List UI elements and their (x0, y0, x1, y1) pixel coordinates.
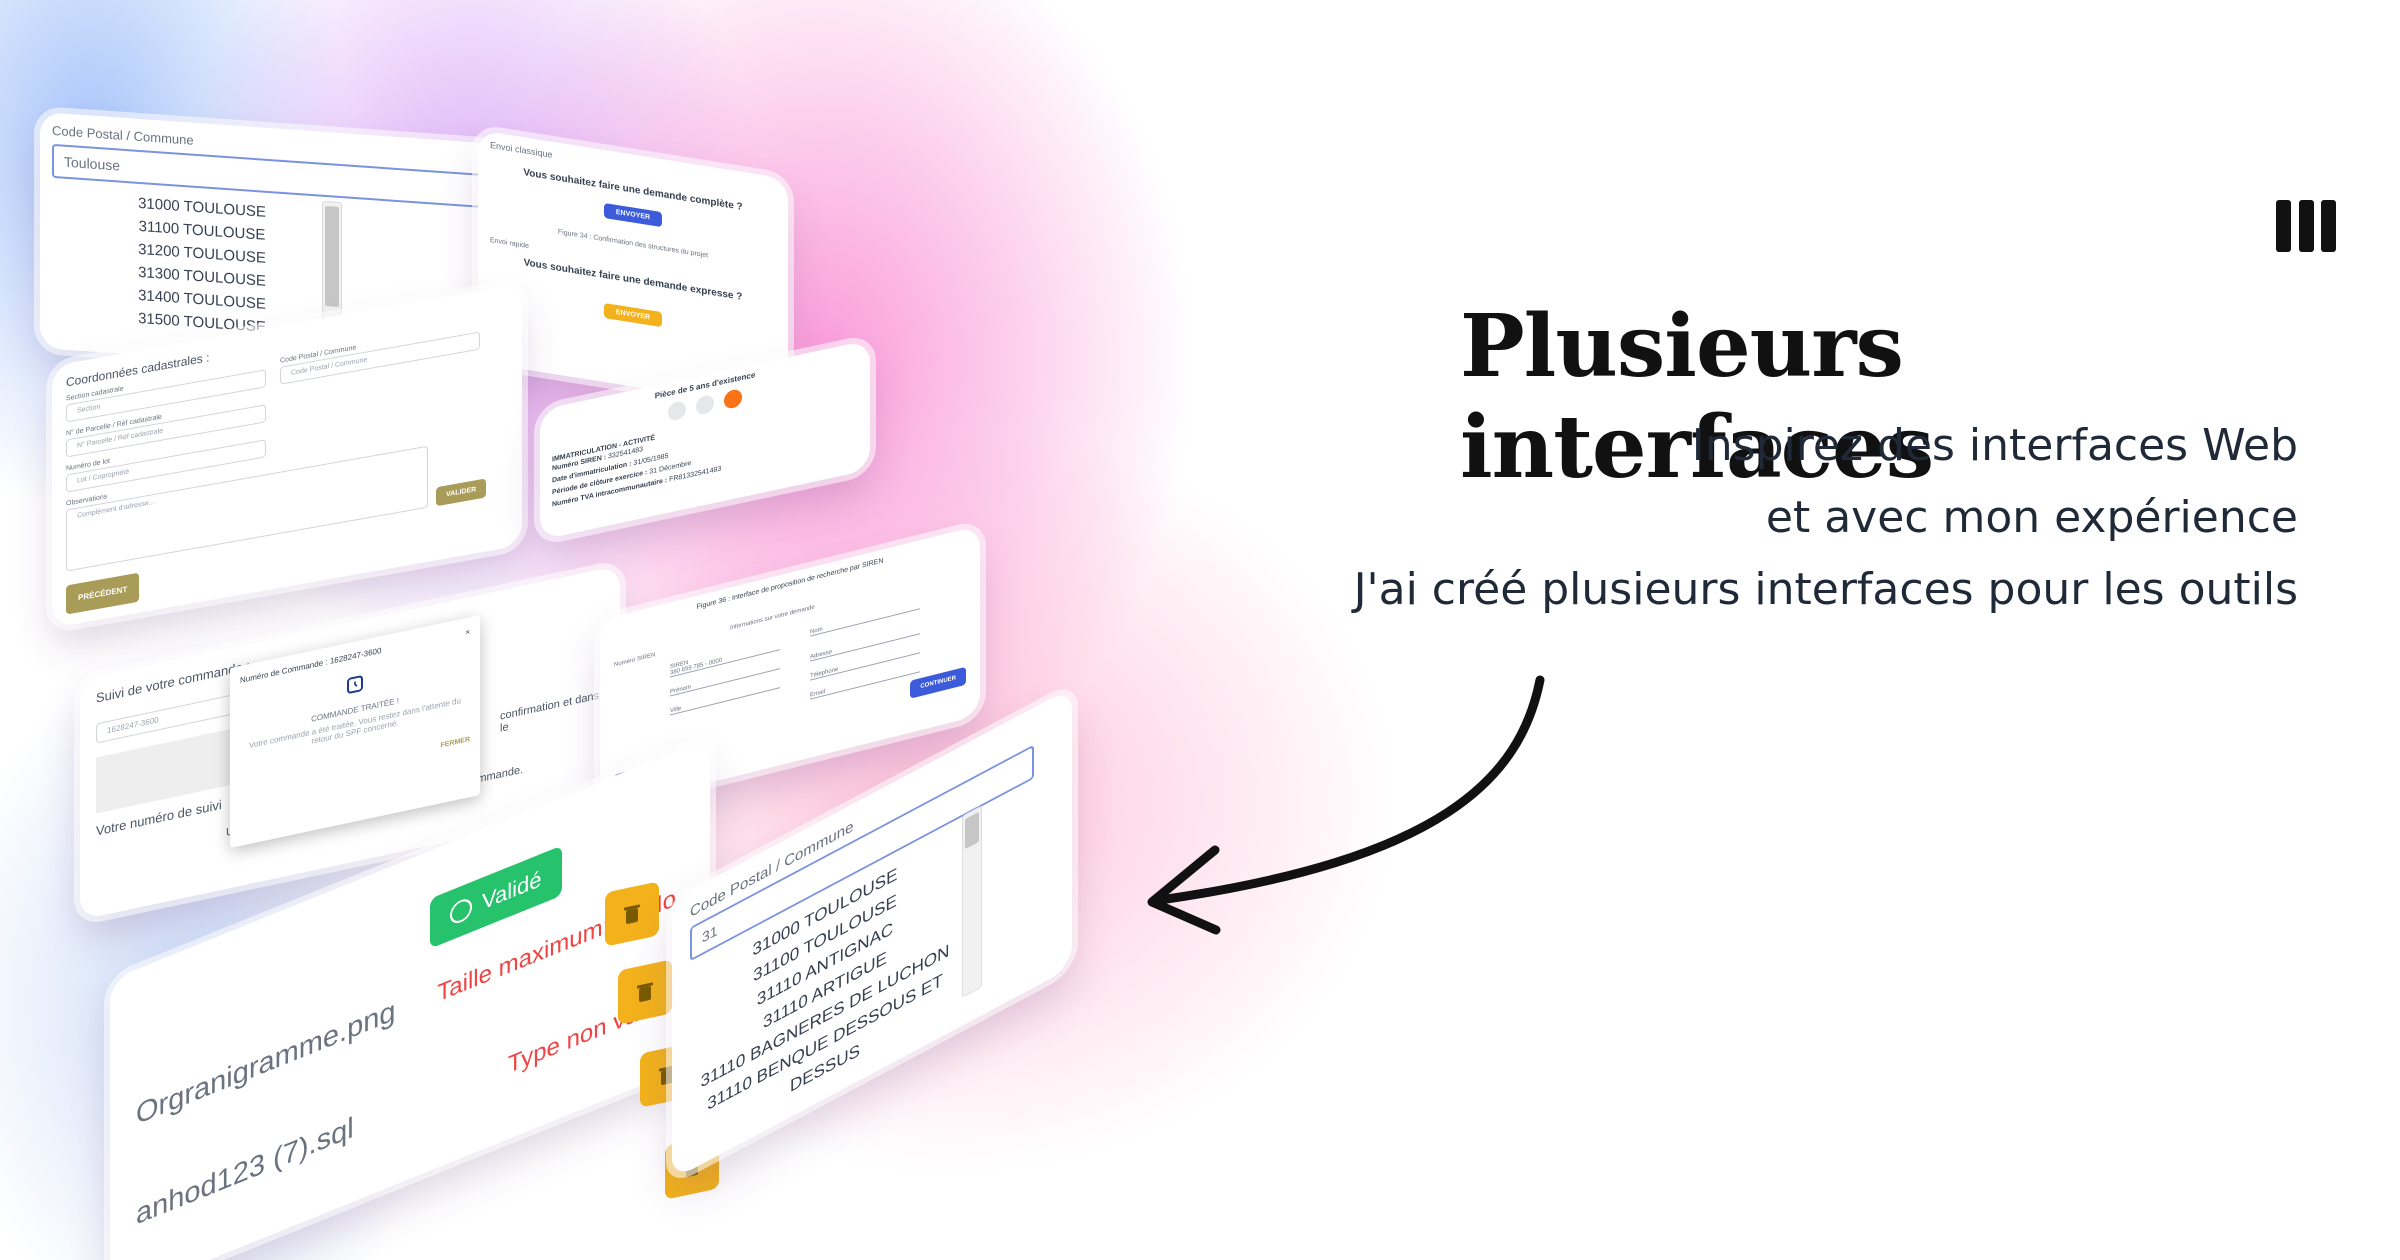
close-icon[interactable]: × (465, 627, 470, 637)
siren-left-label: Numéro SIREN (614, 652, 656, 669)
mockup-collage: Code Postal / Commune Toulouse 31000 TOU… (0, 0, 2400, 1260)
sad-face-icon[interactable] (668, 399, 686, 422)
scroll-thumb[interactable] (325, 205, 339, 307)
delete-button[interactable] (618, 959, 672, 1025)
express-request-button[interactable]: ENVOYER (603, 302, 663, 328)
order-modal: Numéro de Commande : 1628247-3600 × COMM… (230, 614, 480, 849)
clock-icon (347, 675, 363, 694)
scroll-thumb[interactable] (965, 811, 979, 850)
full-request-button[interactable]: ENVOYER (603, 202, 663, 228)
trash-icon (637, 982, 653, 1002)
commune-options: 31000 TOULOUSE 31100 TOULOUSE 31200 TOUL… (52, 178, 352, 345)
menu-bars-icon[interactable] (2276, 200, 2336, 252)
subtitle-line-1: Inspirez des interfaces Web (1691, 420, 2298, 471)
delete-button[interactable] (605, 881, 659, 947)
curved-arrow-icon (1147, 675, 1545, 935)
search-scrollbar[interactable] (962, 805, 982, 998)
check-circle-icon (450, 895, 472, 927)
status-badge-text: Validé (482, 865, 542, 915)
trash-icon (624, 904, 640, 924)
subtitle-line-2: et avec mon expérience (1765, 492, 2298, 543)
validate-button[interactable]: VALIDER (436, 478, 487, 507)
modal-close-button[interactable]: FERMER (440, 736, 470, 749)
subtitle-line-3: J'ai créé plusieurs interfaces pour les … (1353, 564, 2298, 615)
happy-face-icon[interactable] (724, 388, 742, 410)
previous-button[interactable]: PRÉCÉDENT (66, 572, 140, 615)
status-badge: Validé (430, 845, 562, 949)
neutral-face-icon[interactable] (696, 394, 714, 416)
siren-info-label: Informations sur votre demande (730, 604, 815, 632)
